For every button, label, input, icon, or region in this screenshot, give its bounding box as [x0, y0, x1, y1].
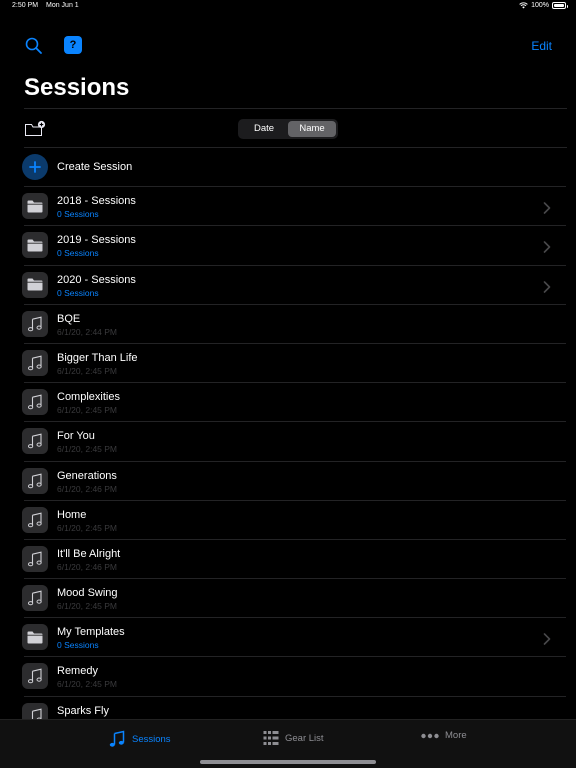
session-row[interactable]: Home 6/1/20, 2:45 PM — [0, 501, 576, 541]
status-indicators: 100% — [519, 2, 568, 9]
row-subtitle: 0 Sessions — [57, 209, 99, 220]
session-row[interactable]: Bigger Than Life 6/1/20, 2:45 PM — [0, 344, 576, 384]
chevron-right-icon — [543, 280, 551, 293]
folder-row[interactable]: 2019 - Sessions 0 Sessions — [0, 226, 576, 266]
tab-more[interactable]: More — [421, 730, 467, 741]
row-subtitle: 6/1/20, 2:44 PM — [57, 326, 118, 337]
row-subtitle: 6/1/20, 2:45 PM — [57, 444, 118, 455]
row-title: Generations — [57, 469, 117, 482]
help-button[interactable]: ? — [64, 36, 82, 54]
session-row[interactable]: For You 6/1/20, 2:45 PM — [0, 422, 576, 462]
music-note-icon — [22, 663, 48, 690]
music-note-icon — [22, 467, 48, 494]
music-note-icon — [22, 702, 48, 720]
session-row[interactable]: It'll Be Alright 6/1/20, 2:46 PM — [0, 540, 576, 580]
session-row[interactable]: Sparks Fly — [0, 697, 576, 720]
row-title: It'll Be Alright — [57, 547, 121, 560]
session-row[interactable]: Mood Swing 6/1/20, 2:45 PM — [0, 579, 576, 619]
row-subtitle: 0 Sessions — [57, 287, 99, 298]
chevron-right-icon — [543, 632, 551, 646]
row-title: Mood Swing — [57, 587, 118, 600]
sort-by-name[interactable]: Name — [288, 121, 336, 137]
folder-row[interactable]: My Templates 0 Sessions — [0, 618, 576, 658]
row-subtitle: 0 Sessions — [57, 640, 99, 651]
new-folder-icon[interactable] — [24, 120, 46, 138]
home-indicator — [200, 760, 376, 764]
page-title: Sessions — [24, 74, 130, 101]
session-row[interactable]: Complexities 6/1/20, 2:45 PM — [0, 383, 576, 423]
tab-sessions[interactable]: Sessions — [108, 730, 171, 748]
row-title: BQE — [57, 312, 81, 325]
music-note-icon — [22, 349, 48, 376]
status-time: 2:50 PM — [12, 2, 39, 9]
status-date: Mon Jun 1 — [46, 2, 79, 9]
sessions-list: Create Session 2018 - Sessions 0 Sessions… — [0, 148, 576, 720]
row-subtitle: 6/1/20, 2:46 PM — [57, 561, 118, 572]
folder-icon — [22, 232, 48, 259]
chevron-right-icon — [543, 240, 551, 254]
music-note-icon — [22, 389, 48, 416]
row-title: 2019 - Sessions — [57, 234, 136, 247]
folder-icon — [22, 271, 48, 298]
row-subtitle: 6/1/20, 2:45 PM — [57, 679, 118, 690]
grid-list-icon — [263, 731, 279, 745]
folder-row[interactable]: 2020 - Sessions 0 Sessions — [0, 266, 576, 305]
row-title: Sparks Fly — [57, 704, 109, 717]
music-note-icon — [22, 585, 48, 612]
list-toolbar: Date Name — [24, 108, 567, 148]
tab-more-label: More — [445, 730, 467, 741]
wifi-icon — [519, 2, 528, 9]
create-session-label: Create Session — [57, 161, 133, 173]
top-navigation: ? Edit — [0, 36, 576, 58]
ellipsis-icon — [421, 733, 439, 738]
tab-gear-list-label: Gear List — [285, 732, 324, 744]
sort-by-date[interactable]: Date — [240, 121, 288, 137]
row-title: My Templates — [57, 626, 125, 639]
row-subtitle: 6/1/20, 2:45 PM — [57, 522, 118, 533]
row-title: Complexities — [57, 391, 120, 404]
music-note-icon — [22, 310, 48, 337]
search-icon[interactable] — [24, 36, 44, 56]
battery-percent: 100% — [531, 2, 549, 9]
tab-sessions-label: Sessions — [132, 733, 171, 745]
row-title: For You — [57, 430, 95, 443]
row-title: 2018 - Sessions — [57, 195, 136, 208]
row-title: Remedy — [57, 665, 98, 678]
row-subtitle: 0 Sessions — [57, 248, 99, 259]
folder-icon — [22, 193, 48, 220]
row-subtitle: 6/1/20, 2:45 PM — [57, 601, 118, 612]
tab-gear-list[interactable]: Gear List — [263, 730, 324, 746]
music-note-icon — [22, 506, 48, 533]
music-note-icon — [109, 730, 125, 747]
edit-button[interactable]: Edit — [531, 39, 552, 53]
row-title: Bigger Than Life — [57, 351, 138, 364]
music-note-icon — [22, 545, 48, 572]
session-row[interactable]: Generations 6/1/20, 2:46 PM — [0, 462, 576, 501]
row-subtitle: 6/1/20, 2:46 PM — [57, 483, 118, 494]
status-bar: 2:50 PM Mon Jun 1 100% — [0, 0, 576, 14]
chevron-right-icon — [543, 201, 551, 214]
sort-segmented-control: Date Name — [238, 119, 338, 139]
plus-circle-icon — [22, 154, 48, 180]
create-session-row[interactable]: Create Session — [0, 148, 576, 188]
session-row[interactable]: Remedy 6/1/20, 2:45 PM — [0, 657, 576, 697]
battery-icon — [552, 2, 568, 9]
row-subtitle: 6/1/20, 2:45 PM — [57, 405, 118, 416]
music-note-icon — [22, 428, 48, 455]
folder-icon — [22, 624, 48, 651]
row-title: 2020 - Sessions — [57, 273, 136, 286]
row-subtitle: 6/1/20, 2:45 PM — [57, 365, 118, 376]
row-title: Home — [57, 508, 87, 521]
folder-row[interactable]: 2018 - Sessions 0 Sessions — [0, 187, 576, 227]
session-row[interactable]: BQE 6/1/20, 2:44 PM — [0, 305, 576, 345]
